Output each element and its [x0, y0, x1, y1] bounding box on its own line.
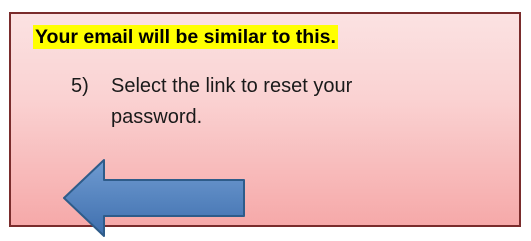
callout-headline: Your email will be similar to this.: [33, 25, 338, 49]
step-text: Select the link to reset your password.: [111, 75, 353, 128]
left-arrow-icon: [63, 159, 245, 237]
step-number: 5): [71, 75, 89, 97]
